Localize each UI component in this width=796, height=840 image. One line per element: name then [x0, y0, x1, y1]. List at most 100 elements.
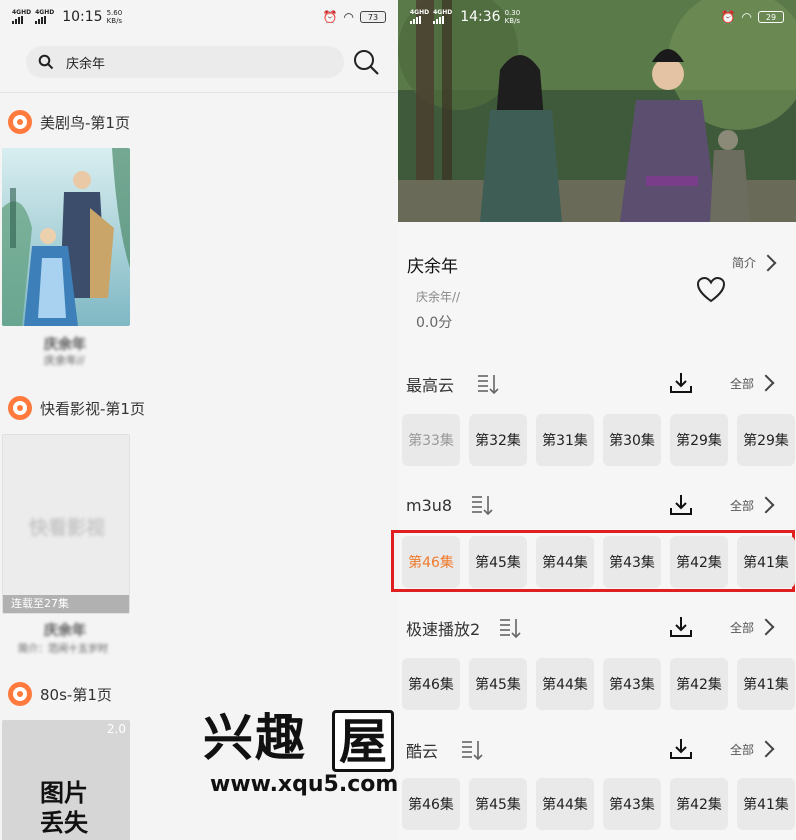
line-actions-2: 全部: [668, 492, 775, 518]
source-header: 80s-第1页: [8, 682, 112, 706]
download-icon[interactable]: [668, 370, 694, 396]
all-episodes-label[interactable]: 全部: [730, 619, 754, 636]
episode-button[interactable]: 第31集: [536, 414, 594, 466]
episode-list-3: 第46集 第45集 第44集 第43集 第42集 第41集: [402, 658, 795, 710]
sort-icon[interactable]: [470, 494, 494, 516]
chevron-right-icon: [757, 740, 775, 758]
result-subtitle: 简介：范闲十五岁时: [18, 644, 108, 655]
update-note: 连载至27集: [3, 595, 129, 613]
status-bar: 4GHD 4GHD 14:36 0.30 KB/s ⏰ ◠ 29: [398, 0, 796, 34]
heart-icon: [696, 276, 726, 303]
detail-title: 庆余年: [407, 257, 458, 277]
wifi-icon: ◠: [741, 10, 752, 24]
intro-link[interactable]: 简介: [732, 254, 777, 271]
episode-button[interactable]: 第45集: [469, 658, 527, 710]
download-icon[interactable]: [668, 492, 694, 518]
signal-icon: 4GHD: [12, 10, 31, 24]
signal-icon-2: 4GHD: [433, 10, 452, 24]
video-player[interactable]: 4GHD 4GHD 14:36 0.30 KB/s ⏰ ◠ 29: [398, 0, 796, 222]
line-header-4: 酷云: [406, 738, 484, 762]
episode-button[interactable]: 第29集: [737, 414, 795, 466]
episode-button[interactable]: 第41集: [737, 658, 795, 710]
result-title: 庆余年: [44, 337, 86, 353]
episode-button[interactable]: 第44集: [536, 778, 594, 830]
episode-button[interactable]: 第44集: [536, 536, 594, 588]
episode-button[interactable]: 第42集: [670, 658, 728, 710]
line-header-2: m3u8: [406, 494, 494, 516]
all-episodes-label[interactable]: 全部: [730, 741, 754, 758]
poster-image: [2, 148, 130, 326]
line-actions-4: 全部: [668, 736, 775, 762]
download-icon[interactable]: [668, 614, 694, 640]
all-episodes-label[interactable]: 全部: [730, 497, 754, 514]
episode-button[interactable]: 第41集: [737, 778, 795, 830]
sort-icon[interactable]: [460, 739, 484, 761]
episode-button[interactable]: 第43集: [603, 778, 661, 830]
sort-icon[interactable]: [476, 373, 500, 395]
favorite-button[interactable]: [696, 276, 726, 308]
chevron-right-icon: [757, 496, 775, 514]
source-name: 80s-第1页: [40, 685, 112, 704]
sort-icon[interactable]: [498, 617, 522, 639]
line-header-1: 最高云: [406, 372, 500, 396]
episode-button[interactable]: 第46集: [402, 658, 460, 710]
line-name: 极速播放2: [406, 620, 481, 639]
chevron-right-icon: [757, 618, 775, 636]
episode-button-active[interactable]: 第46集: [402, 536, 460, 588]
poster-placeholder-text: 图片丢失: [40, 779, 88, 837]
line-name: m3u8: [406, 495, 453, 515]
watermark-url: www.xqu5.com: [210, 772, 399, 797]
episode-button[interactable]: 第43集: [603, 536, 661, 588]
chevron-right-icon: [759, 254, 777, 271]
rating-badge: 2.0: [106, 722, 126, 736]
status-time: 10:15: [62, 9, 103, 25]
chevron-right-icon: [757, 374, 775, 392]
result-poster[interactable]: 快看影视 连载至27集: [2, 434, 130, 614]
status-bar: 4GHD 4GHD 10:15 5.60 KB/s ⏰ ◠ 73: [0, 0, 398, 34]
episode-button[interactable]: 第41集: [737, 536, 795, 588]
watermark-brand-boxed: 屋: [339, 714, 388, 770]
episode-button[interactable]: 第44集: [536, 658, 594, 710]
line-actions-1: 全部: [668, 370, 775, 396]
episode-button[interactable]: 第29集: [670, 414, 728, 466]
net-speed: 5.60 KB/s: [106, 9, 123, 25]
line-header-3: 极速播放2: [406, 616, 522, 640]
search-input[interactable]: 庆余年: [26, 46, 344, 78]
detail-subtitle: 庆余年//: [416, 290, 461, 304]
episode-button[interactable]: 第45集: [469, 536, 527, 588]
episode-button[interactable]: 第42集: [670, 778, 728, 830]
divider: [0, 92, 398, 93]
all-episodes-label[interactable]: 全部: [730, 375, 754, 392]
source-name: 美剧鸟-第1页: [40, 113, 130, 132]
episode-button[interactable]: 第33集: [402, 414, 460, 466]
search-icon: [354, 50, 379, 75]
episode-button[interactable]: 第45集: [469, 778, 527, 830]
watermark-brand: 兴趣: [203, 709, 307, 767]
episode-button[interactable]: 第43集: [603, 658, 661, 710]
episode-button[interactable]: 第42集: [670, 536, 728, 588]
episode-list-2: 第46集 第45集 第44集 第43集 第42集 第41集: [402, 536, 795, 588]
search-field-icon: [38, 54, 54, 70]
signal-icon-2: 4GHD: [35, 10, 54, 24]
episode-button[interactable]: 第32集: [469, 414, 527, 466]
status-time: 14:36: [460, 9, 501, 25]
source-header: 快看影视-第1页: [8, 396, 145, 420]
intro-label: 简介: [732, 256, 757, 270]
line-actions-3: 全部: [668, 614, 775, 640]
result-subtitle: 庆余年//: [44, 354, 85, 367]
alarm-icon: ⏰: [720, 10, 736, 24]
watermark-box: 屋: [332, 710, 394, 772]
search-button[interactable]: [352, 48, 380, 80]
watermark-logo: 兴趣: [203, 710, 307, 766]
wifi-icon: ◠: [343, 10, 354, 24]
line-name: 酷云: [406, 742, 439, 761]
battery-indicator: 73: [360, 11, 386, 23]
download-icon[interactable]: [668, 736, 694, 762]
result-poster[interactable]: [2, 148, 130, 326]
result-poster[interactable]: 2.0 图片丢失: [2, 720, 130, 840]
episode-button[interactable]: 第46集: [402, 778, 460, 830]
line-name: 最高云: [406, 376, 455, 395]
source-header: 美剧鸟-第1页: [8, 110, 130, 134]
film-reel-icon: [8, 396, 32, 420]
episode-button[interactable]: 第30集: [603, 414, 661, 466]
